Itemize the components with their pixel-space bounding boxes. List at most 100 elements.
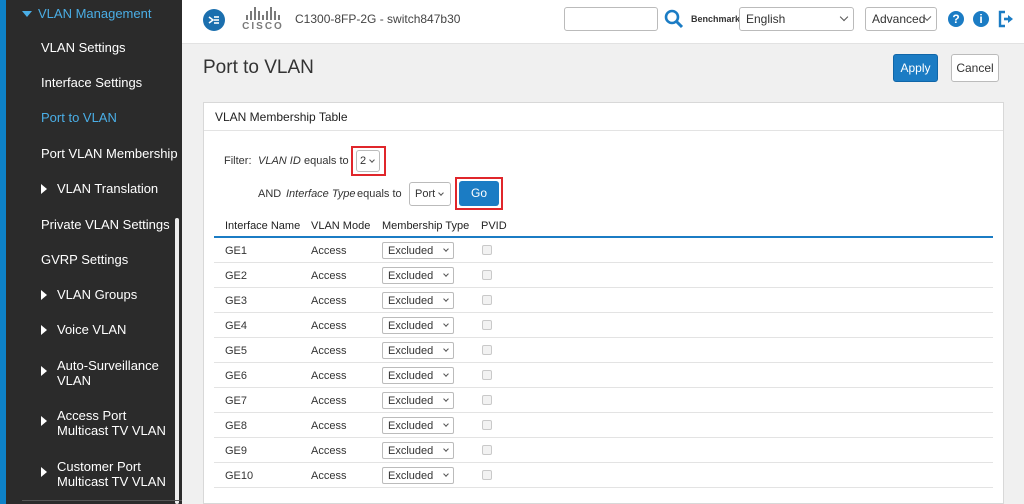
chevron-down-icon: [443, 421, 449, 427]
menu-toggle-icon[interactable]: [203, 9, 225, 31]
search-icon[interactable]: [663, 8, 685, 30]
pvid-checkbox[interactable]: [482, 445, 492, 455]
membership-type-select[interactable]: Excluded: [382, 442, 454, 459]
caret-right-icon: [41, 366, 47, 376]
filter-field-vlan-id: VLAN ID: [258, 155, 301, 167]
membership-type-select[interactable]: Excluded: [382, 242, 454, 259]
sidebar-item-vlan-settings[interactable]: VLAN Settings: [41, 40, 126, 56]
chevron-down-icon: [443, 246, 449, 252]
interface-name-cell: GE7: [225, 395, 248, 407]
sidebar-item-vlan-groups[interactable]: VLAN Groups: [41, 287, 137, 303]
sidebar-item-port-to-vlan[interactable]: Port to VLAN: [41, 110, 117, 126]
pvid-checkbox[interactable]: [482, 420, 492, 430]
sidebar-item-private-vlan-settings[interactable]: Private VLAN Settings: [41, 217, 170, 233]
membership-value: Excluded: [388, 419, 434, 432]
chevron-down-icon: [438, 189, 445, 196]
language-select[interactable]: English: [739, 7, 854, 31]
language-value: English: [746, 12, 786, 26]
logout-icon[interactable]: [997, 10, 1015, 28]
sidebar-item-label: VLAN Translation: [57, 181, 159, 196]
filter-equals-label-2: equals to: [357, 188, 402, 200]
membership-type-select[interactable]: Excluded: [382, 367, 454, 384]
benchmark-label: Benchmark: [691, 14, 741, 24]
sidebar-divider: [22, 500, 182, 501]
caret-right-icon: [41, 467, 47, 477]
sidebar-scrollbar[interactable]: [175, 218, 179, 504]
interface-type-select[interactable]: Port: [409, 182, 451, 206]
table-row: GE2 Access Excluded: [214, 263, 993, 288]
chevron-down-icon: [839, 12, 849, 22]
table-row: GE3 Access Excluded: [214, 288, 993, 313]
membership-value: Excluded: [388, 344, 434, 357]
cancel-button[interactable]: Cancel: [951, 54, 999, 82]
page-title: Port to VLAN: [203, 57, 314, 78]
vlan-mode-cell: Access: [311, 270, 347, 282]
vlan-mode-cell: Access: [311, 245, 347, 257]
sidebar-group-vlan-management[interactable]: VLAN Management: [22, 6, 151, 22]
pvid-checkbox[interactable]: [482, 270, 492, 280]
membership-type-select[interactable]: Excluded: [382, 292, 454, 309]
membership-type-select[interactable]: Excluded: [382, 342, 454, 359]
sidebar-item-port-vlan-membership[interactable]: Port VLAN Membership: [41, 146, 178, 162]
search-input[interactable]: [564, 7, 658, 31]
interface-name-cell: GE9: [225, 445, 248, 457]
interface-name-cell: GE4: [225, 320, 248, 332]
membership-value: Excluded: [388, 369, 434, 382]
chevron-down-icon: [443, 346, 449, 352]
sidebar-item-gvrp-settings[interactable]: GVRP Settings: [41, 252, 128, 268]
caret-down-icon: [22, 11, 32, 17]
table-row: GE8 Access Excluded: [214, 413, 993, 438]
filter-equals-label: equals to: [304, 155, 349, 167]
highlight-box-go: [455, 177, 503, 210]
sidebar-item-label: Customer Port Multicast TV VLAN: [57, 459, 166, 489]
column-header-vlan-mode[interactable]: VLAN Mode: [311, 220, 370, 232]
table-row: GE10 Access Excluded: [214, 463, 993, 488]
sidebar-item-interface-settings[interactable]: Interface Settings: [41, 75, 142, 91]
membership-type-select[interactable]: Excluded: [382, 392, 454, 409]
pvid-checkbox[interactable]: [482, 295, 492, 305]
sidebar: VLAN Management VLAN Settings Interface …: [0, 0, 182, 504]
column-header-interface-name[interactable]: Interface Name: [225, 220, 300, 232]
membership-value: Excluded: [388, 294, 434, 307]
sidebar-item-label: VLAN Groups: [57, 287, 138, 302]
column-header-pvid[interactable]: PVID: [481, 220, 507, 232]
panel-header: VLAN Membership Table: [204, 103, 1003, 131]
chevron-down-icon: [443, 271, 449, 277]
pvid-checkbox[interactable]: [482, 320, 492, 330]
membership-type-select[interactable]: Excluded: [382, 467, 454, 484]
table-row: GE6 Access Excluded: [214, 363, 993, 388]
pvid-checkbox[interactable]: [482, 345, 492, 355]
interface-name-cell: GE6: [225, 370, 248, 382]
chevron-down-icon: [443, 446, 449, 452]
pvid-checkbox[interactable]: [482, 370, 492, 380]
apply-button[interactable]: Apply: [893, 54, 938, 82]
sidebar-item-auto-surveillance-vlan[interactable]: Auto-Surveillance VLAN: [41, 358, 175, 388]
sidebar-item-access-port-multicast-tv-vlan[interactable]: Access Port Multicast TV VLAN: [41, 408, 175, 438]
sidebar-accent-bar: [0, 0, 6, 504]
vlan-mode-cell: Access: [311, 395, 347, 407]
info-icon[interactable]: i: [973, 11, 989, 27]
interface-name-cell: GE3: [225, 295, 248, 307]
membership-type-select[interactable]: Excluded: [382, 317, 454, 334]
mode-select[interactable]: Advanced: [865, 7, 937, 31]
pvid-checkbox[interactable]: [482, 245, 492, 255]
pvid-checkbox[interactable]: [482, 470, 492, 480]
sidebar-item-customer-port-multicast-tv-vlan[interactable]: Customer Port Multicast TV VLAN: [41, 459, 175, 489]
device-name: C1300-8FP-2G - switch847b30: [295, 12, 461, 26]
interface-name-cell: GE8: [225, 420, 248, 432]
pvid-checkbox[interactable]: [482, 395, 492, 405]
membership-value: Excluded: [388, 269, 434, 282]
interface-type-value: Port: [415, 188, 436, 200]
filter-field-interface-type: Interface Type: [286, 188, 356, 200]
interface-name-cell: GE10: [225, 470, 254, 482]
column-header-membership-type[interactable]: Membership Type: [382, 220, 469, 232]
sidebar-item-voice-vlan[interactable]: Voice VLAN: [41, 322, 126, 338]
chevron-down-icon: [443, 321, 449, 327]
sidebar-item-vlan-translation[interactable]: VLAN Translation: [41, 181, 158, 197]
table-row: GE9 Access Excluded: [214, 438, 993, 463]
membership-type-select[interactable]: Excluded: [382, 417, 454, 434]
membership-value: Excluded: [388, 469, 434, 482]
question-icon[interactable]: ?: [948, 11, 964, 27]
membership-type-select[interactable]: Excluded: [382, 267, 454, 284]
table-row: GE5 Access Excluded: [214, 338, 993, 363]
